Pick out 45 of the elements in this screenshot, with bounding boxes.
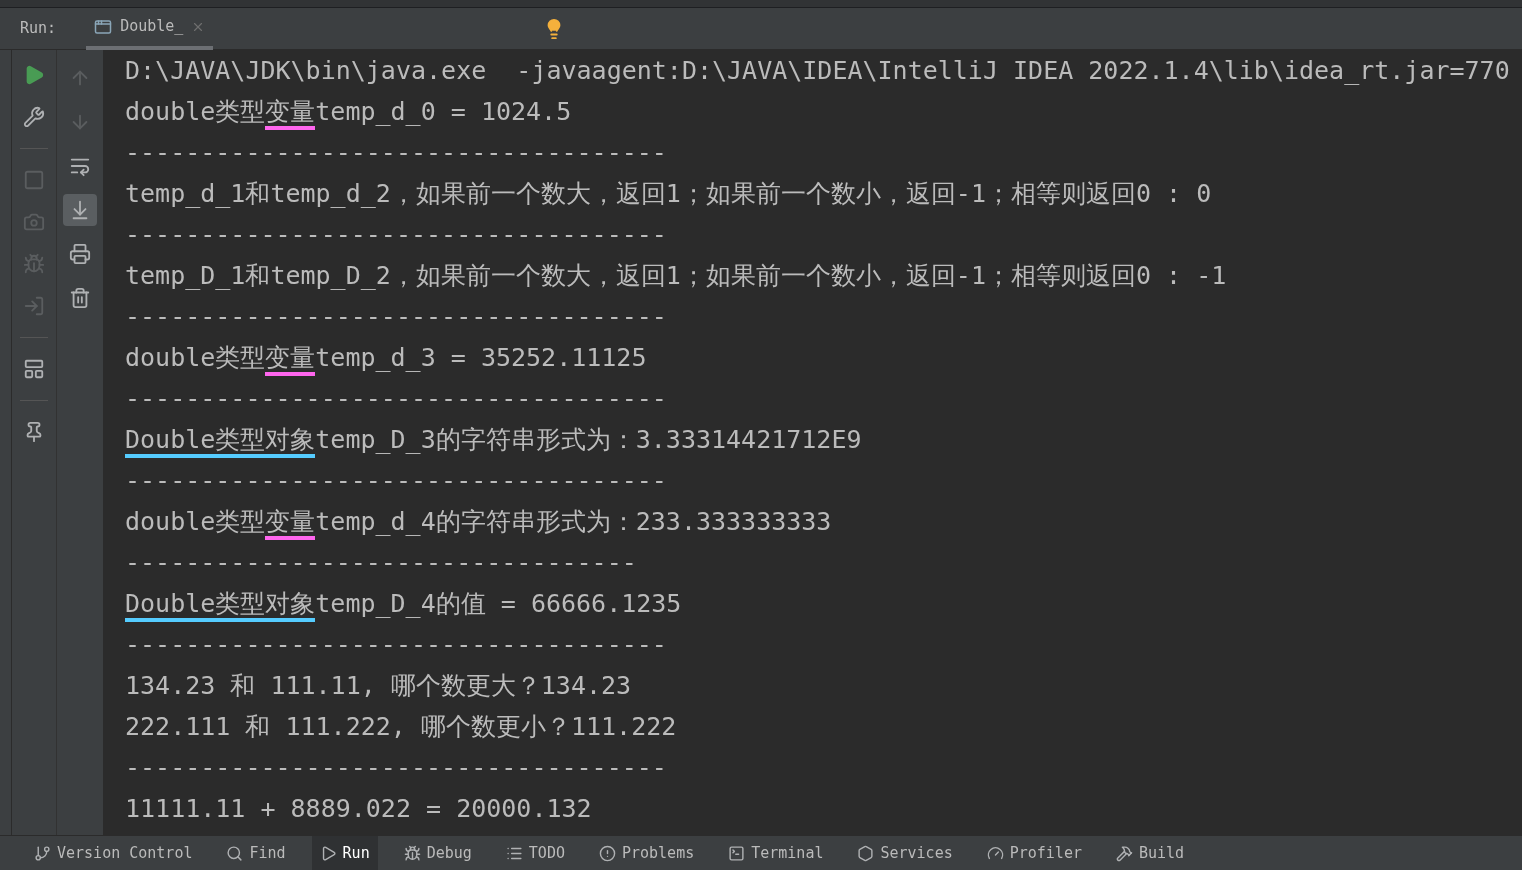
console-line: temp_D_1和temp_D_2，如果前一个数大，返回1；如果前一个数小，返回-1；相等则返回0 : -1 — [125, 260, 1228, 292]
hexagon-icon — [857, 844, 875, 862]
console-line: temp_d_1和temp_d_2，如果前一个数大，返回1；如果前一个数小，返回-1；相等则返回0 : 0 — [125, 178, 1213, 210]
tool-window-tab[interactable]: Debug — [395, 835, 480, 870]
gauge-icon — [986, 844, 1004, 862]
console-line: ---------------------------------- — [125, 547, 638, 579]
console-line: D:\JAVA\JDK\bin\java.exe -javaagent:D:\JAVA\IDEA\IntelliJ IDEA 2022.1.4\lib\idea_rt.jar=770 — [125, 55, 1511, 87]
bug-icon — [403, 844, 421, 862]
wrench-icon[interactable] — [23, 106, 45, 128]
window-icon — [94, 17, 113, 36]
console-line: ------------------------------------ — [125, 752, 668, 784]
tool-window-tab[interactable]: Services — [849, 835, 961, 870]
console-line: ------------------------------------ — [125, 301, 668, 333]
printer-icon — [69, 243, 91, 265]
console-line: 134.23 和 111.11, 哪个数更大？134.23 — [125, 670, 633, 702]
console-line: ------------------------------------ — [125, 383, 668, 415]
hammer-icon — [1115, 844, 1133, 862]
run-label: Run: — [20, 18, 57, 40]
console-tab[interactable]: Double_ — [86, 7, 214, 50]
console-line: double类型变量temp_d_3 = 35252.11125 — [125, 337, 1522, 378]
tool-window-tab[interactable]: TODO — [497, 835, 573, 870]
console-line: double类型变量temp_d_4的字符串形式为：233.333333333 — [125, 501, 1522, 542]
tool-window-tab[interactable]: Version Control — [26, 835, 201, 870]
console-line: double类型变量temp_d_0 = 1024.5 — [125, 91, 1522, 132]
tool-window-tab[interactable]: Build — [1107, 835, 1193, 870]
search-icon — [226, 844, 244, 862]
tool-window-tab[interactable]: Find — [218, 835, 294, 870]
console-line: ------------------------------------ — [125, 137, 668, 169]
scroll-to-end-button[interactable] — [63, 194, 97, 226]
console-line: Double类型对象temp_D_3的字符串形式为：3.33314421712E9 — [125, 419, 1522, 460]
alert-icon — [598, 844, 616, 862]
console-line: 222.111 和 111.222, 哪个数更小？111.222 — [125, 711, 678, 743]
terminal-icon — [728, 844, 746, 862]
console-line: 11111.11 + 8889.022 = 20000.132 — [125, 793, 593, 825]
console-line: ------------------------------------ — [125, 465, 668, 497]
layout-icon[interactable] — [23, 358, 45, 380]
console-line: Double类型对象temp_D_4的值 = 66666.1235 — [125, 583, 1522, 624]
console-line: ------------------------------------ — [125, 219, 668, 251]
console-line: ------------------------------------ — [125, 629, 668, 661]
trash-icon — [69, 287, 91, 309]
branch-icon — [34, 844, 51, 862]
tool-window-tab[interactable]: Problems — [590, 835, 703, 870]
tool-window-tab[interactable]: Terminal — [720, 835, 832, 870]
tool-window-tab[interactable]: Profiler — [978, 835, 1090, 870]
tool-window-tab[interactable]: Run — [311, 835, 378, 870]
